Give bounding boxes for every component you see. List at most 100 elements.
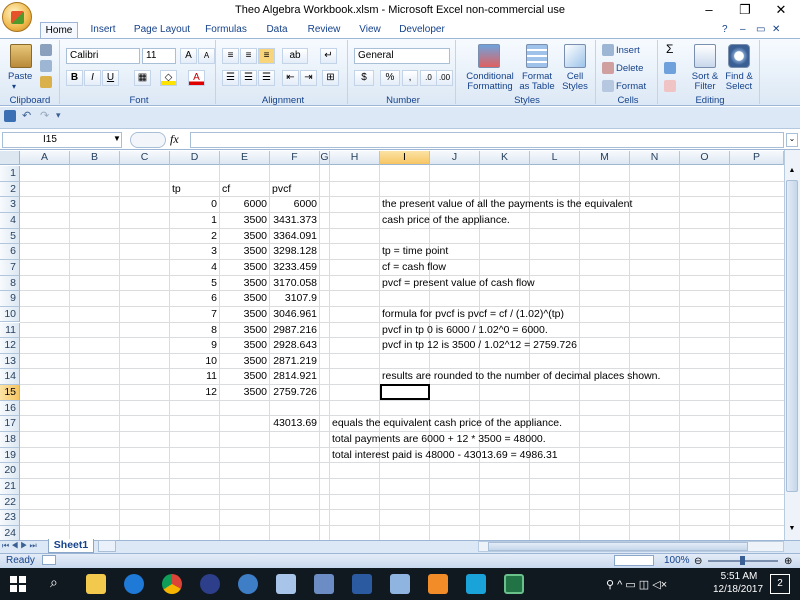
sort-filter-icon[interactable] [694, 44, 716, 68]
row-header-14[interactable]: 14 [0, 369, 20, 386]
percent-button[interactable]: % [380, 70, 400, 86]
column-header-j[interactable]: J [430, 151, 480, 165]
sheet-nav-icons[interactable]: ⏮◀▶⏭ [2, 541, 39, 551]
view-buttons[interactable] [614, 555, 654, 566]
cell-i12[interactable]: pvcf in tp 12 is 3500 / 1.02^12 = 2759.7… [382, 338, 577, 353]
orientation-icon[interactable]: ab [282, 48, 308, 64]
save-icon[interactable] [4, 110, 16, 122]
decrease-decimal-icon[interactable]: .00 [436, 70, 453, 86]
row-header-3[interactable]: 3 [0, 197, 20, 213]
row-header-23[interactable]: 23 [0, 510, 20, 526]
name-box[interactable]: I15 [2, 132, 122, 148]
clock-time[interactable]: 5:51 AM [712, 571, 766, 582]
cell-i7[interactable]: cf = cash flow [382, 260, 446, 275]
column-header-g[interactable]: G [320, 151, 330, 165]
insert-function-button[interactable]: fx [170, 132, 190, 147]
cell-d12[interactable]: 9 [170, 338, 217, 353]
app-icon-4[interactable] [314, 574, 334, 594]
format-painter-icon[interactable] [40, 76, 52, 88]
scroll-down-icon[interactable]: ▼ [786, 525, 798, 537]
paste-label[interactable]: Paste [8, 72, 32, 82]
row-header-1[interactable]: 1 [0, 166, 20, 182]
column-header-n[interactable]: N [630, 151, 680, 165]
cell-e14[interactable]: 3500 [220, 369, 267, 384]
column-header-b[interactable]: B [70, 151, 120, 165]
cut-icon[interactable] [40, 44, 52, 56]
column-header-l[interactable]: L [530, 151, 580, 165]
merge-center-icon[interactable]: ⊞ [322, 70, 339, 86]
cell-e15[interactable]: 3500 [220, 385, 267, 400]
column-header-a[interactable]: A [20, 151, 70, 165]
align-center-icon[interactable]: ☰ [240, 70, 257, 86]
magnifier-icon[interactable] [390, 574, 410, 594]
sort-filter-label[interactable]: Sort & Filter [688, 72, 722, 92]
format-cells-icon[interactable] [602, 80, 614, 92]
column-header-p[interactable]: P [730, 151, 784, 165]
sheet-tab-sheet1[interactable]: Sheet1 [48, 539, 94, 553]
cell-d4[interactable]: 1 [170, 213, 217, 228]
cell-f5[interactable]: 3364.091 [270, 229, 317, 244]
row-header-5[interactable]: 5 [0, 228, 20, 245]
horizontal-scroll-thumb[interactable] [488, 542, 748, 551]
tab-formulas[interactable]: Formulas [200, 22, 252, 39]
shrink-font-icon[interactable]: A [198, 48, 215, 64]
cell-f3[interactable]: 6000 [270, 197, 317, 212]
search-icon[interactable]: ⌕ [50, 574, 58, 591]
column-header-m[interactable]: M [580, 151, 630, 165]
restore-button[interactable]: ❐ [728, 0, 762, 22]
column-header-o[interactable]: O [680, 151, 730, 165]
fill-color-icon[interactable]: ◇ [160, 70, 177, 86]
insert-cells-label[interactable]: Insert [616, 46, 640, 56]
delete-cells-label[interactable]: Delete [616, 64, 643, 74]
row-header-12[interactable]: 12 [0, 338, 20, 354]
align-right-icon[interactable]: ☰ [258, 70, 275, 86]
italic-button[interactable]: I [84, 70, 101, 86]
formula-bar-grip[interactable] [130, 132, 166, 148]
cell-d9[interactable]: 6 [170, 291, 217, 306]
row-header-4[interactable]: 4 [0, 212, 20, 229]
cell-e8[interactable]: 3500 [220, 276, 267, 291]
scroll-up-icon[interactable]: ▲ [786, 167, 798, 179]
increase-decimal-icon[interactable]: .0 [420, 70, 437, 86]
formula-input[interactable] [190, 132, 784, 148]
row-header-19[interactable]: 19 [0, 447, 20, 464]
row-header-11[interactable]: 11 [0, 322, 20, 339]
cell-d14[interactable]: 11 [170, 369, 217, 384]
fill-icon[interactable] [664, 62, 676, 74]
selected-cell[interactable] [380, 384, 430, 400]
cell-h18[interactable]: total payments are 6000 + 12 * 3500 = 48… [332, 432, 546, 447]
cell-i10[interactable]: formula for pvcf is pvcf = cf / (1.02)^(… [382, 307, 564, 322]
doc-close-button[interactable]: ✕ [772, 24, 780, 35]
expand-formula-bar-icon[interactable]: ⌄ [786, 133, 798, 147]
zoom-level[interactable]: 100% [664, 555, 690, 566]
app-icon-1[interactable] [200, 574, 220, 594]
format-as-table-icon[interactable] [526, 44, 548, 68]
notification-center-icon[interactable]: 2 [770, 574, 790, 594]
cell-f4[interactable]: 3431.373 [270, 213, 317, 228]
align-bottom-icon[interactable]: ≡ [258, 48, 275, 64]
cell-e5[interactable]: 3500 [220, 229, 267, 244]
cell-e2[interactable]: cf [222, 182, 230, 197]
cell-e13[interactable]: 3500 [220, 354, 267, 369]
currency-button[interactable]: $ [354, 70, 374, 86]
cell-i11[interactable]: pvcf in tp 0 is 6000 / 1.02^0 = 6000. [382, 323, 548, 338]
cell-h19[interactable]: total interest paid is 48000 - 43013.69 … [332, 448, 558, 463]
cell-f8[interactable]: 3170.058 [270, 276, 317, 291]
row-header-10[interactable]: 10 [0, 306, 20, 323]
clear-icon[interactable] [664, 80, 676, 92]
zoom-out-icon[interactable]: ⊖ [694, 556, 702, 567]
cell-d3[interactable]: 0 [170, 197, 217, 212]
cell-e11[interactable]: 3500 [220, 323, 267, 338]
wrap-text-icon[interactable]: ↵ [320, 48, 337, 64]
cell-e4[interactable]: 3500 [220, 213, 267, 228]
align-middle-icon[interactable]: ≡ [240, 48, 257, 64]
cell-styles-icon[interactable] [564, 44, 586, 68]
font-color-icon[interactable]: A [188, 70, 205, 86]
insert-cells-icon[interactable] [602, 44, 614, 56]
customize-qat-icon[interactable]: ▾ [56, 110, 61, 121]
tab-view[interactable]: View [354, 22, 386, 39]
cell-e6[interactable]: 3500 [220, 244, 267, 259]
align-top-icon[interactable]: ≡ [222, 48, 239, 64]
cell-d5[interactable]: 2 [170, 229, 217, 244]
cell-d8[interactable]: 5 [170, 276, 217, 291]
